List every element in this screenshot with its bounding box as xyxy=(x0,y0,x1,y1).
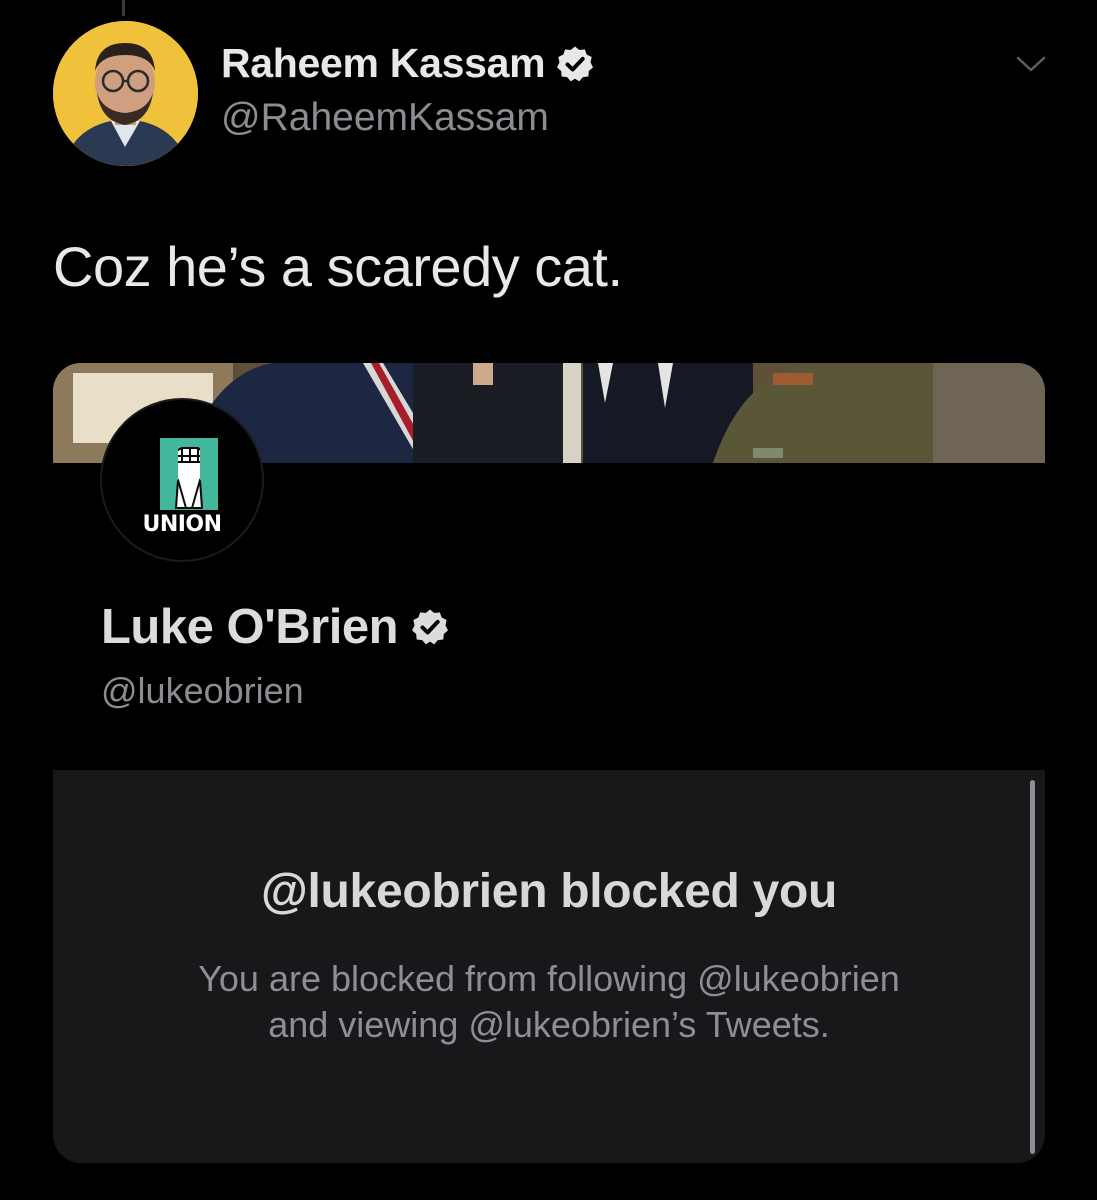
blocked-description: You are blocked from following @lukeobri… xyxy=(149,956,949,1048)
author-handle[interactable]: @RaheemKassam xyxy=(221,96,549,140)
thread-connector-line xyxy=(122,0,125,16)
chevron-down-icon[interactable] xyxy=(1015,52,1047,76)
blocked-notice-panel: @lukeobrien blocked you You are blocked … xyxy=(53,770,1045,1163)
tweet-text: Coz he’s a scaredy cat. xyxy=(53,235,623,298)
author-name-row[interactable]: Raheem Kassam xyxy=(221,40,595,87)
verified-badge-icon xyxy=(412,609,448,645)
blocked-title: @lukeobrien blocked you xyxy=(260,865,837,918)
scrollbar[interactable] xyxy=(1030,780,1035,1154)
embedded-profile-handle: @lukeobrien xyxy=(101,670,304,711)
author-name[interactable]: Raheem Kassam xyxy=(221,40,546,87)
blocked-description-line-1: You are blocked from following @lukeobri… xyxy=(198,958,900,999)
author-avatar[interactable] xyxy=(53,21,198,166)
union-avatar[interactable]: UNION xyxy=(100,398,264,562)
verified-badge-icon xyxy=(557,46,594,81)
embedded-profile-name-row: Luke O'Brien xyxy=(101,599,450,655)
blocked-description-line-2: and viewing @lukeobrien’s Tweets. xyxy=(268,1004,830,1045)
profile-photo-icon xyxy=(53,21,198,166)
union-label: UNION xyxy=(142,512,222,537)
embedded-screenshot[interactable]: UNION Luke O'Brien @lukeobrien @lukeobri… xyxy=(53,363,1045,1163)
embedded-profile-name: Luke O'Brien xyxy=(101,600,399,654)
